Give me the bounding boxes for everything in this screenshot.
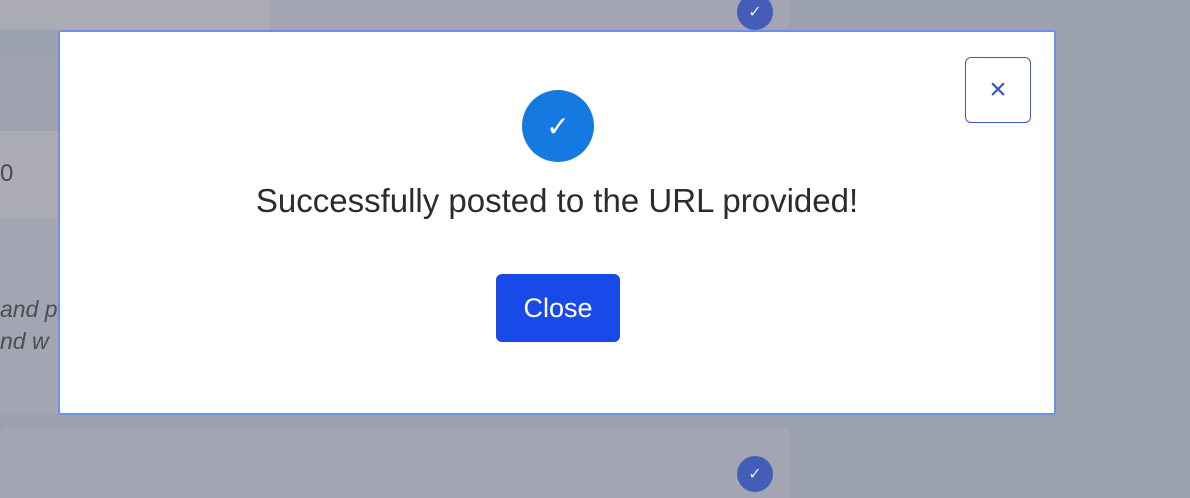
success-check-icon: ✓ bbox=[522, 90, 594, 162]
check-icon: ✓ bbox=[546, 110, 570, 142]
modal-close-button[interactable]: × bbox=[965, 57, 1031, 123]
close-button-label: Close bbox=[523, 292, 593, 323]
close-icon: × bbox=[989, 73, 1007, 106]
close-button[interactable]: Close bbox=[496, 274, 620, 342]
success-message: Successfully posted to the URL provided! bbox=[255, 182, 859, 219]
success-modal: × ✓ Successfully posted to the URL provi… bbox=[58, 30, 1056, 415]
